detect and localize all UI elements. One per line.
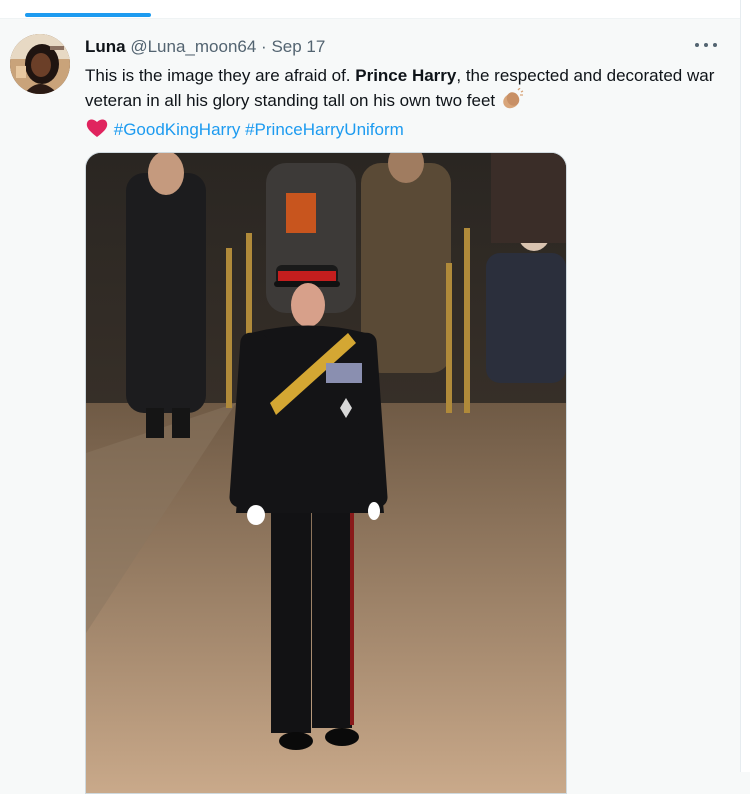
more-options-icon[interactable] xyxy=(695,37,717,53)
tweet-media-photo[interactable] xyxy=(85,152,567,794)
top-bar xyxy=(0,0,740,19)
tweet[interactable]: Luna @Luna_moon64 · Sep 17 This is the i… xyxy=(0,19,740,794)
hashtag-goodkingharry[interactable]: #GoodKingHarry xyxy=(114,120,241,139)
hashtag-princeharryuniform[interactable]: #PrinceHarryUniform xyxy=(245,120,404,139)
avatar-image xyxy=(10,34,70,94)
clapping-hands-icon xyxy=(500,87,524,117)
tweet-text-bold: Prince Harry xyxy=(355,66,457,85)
scroll-edge xyxy=(740,0,750,772)
tweet-date[interactable]: Sep 17 xyxy=(271,37,325,56)
author-name[interactable]: Luna xyxy=(85,37,126,56)
tweet-text: This is the image they are afraid of. Pr… xyxy=(85,63,725,146)
separator-dot: · xyxy=(261,37,267,56)
avatar[interactable] xyxy=(10,34,70,94)
red-heart-icon xyxy=(85,117,109,146)
tweet-header: Luna @Luna_moon64 · Sep 17 xyxy=(85,37,325,57)
author-handle[interactable]: @Luna_moon64 xyxy=(130,37,256,56)
tweet-text-part1: This is the image they are afraid of. xyxy=(85,66,356,85)
active-tab-indicator xyxy=(25,13,151,17)
photo-soldier-in-uniform xyxy=(86,153,566,793)
